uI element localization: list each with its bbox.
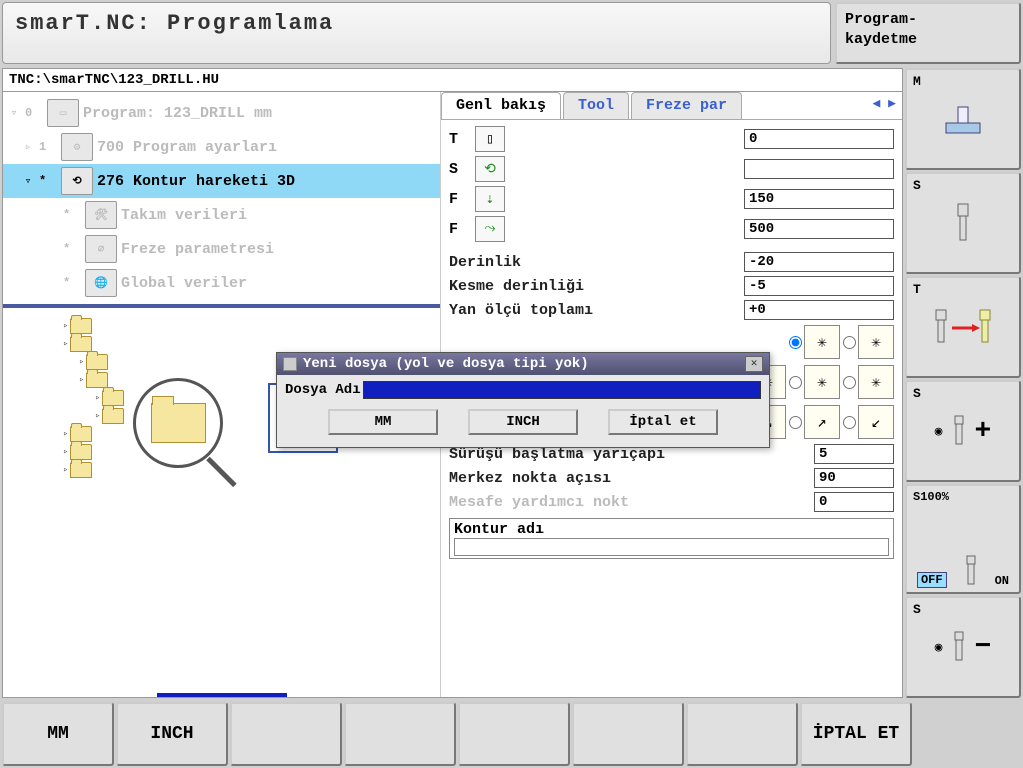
depth-label: Derinlik <box>449 254 744 271</box>
folder-icon <box>86 354 108 370</box>
settings-icon: ⚙ <box>61 133 93 161</box>
softkey-cancel[interactable]: İPTAL ET <box>800 702 912 766</box>
filename-label: Dosya Adı <box>285 382 361 398</box>
tool-icon: 🛠 <box>85 201 117 229</box>
softkey-empty[interactable] <box>344 702 456 766</box>
feed2-input[interactable] <box>744 219 894 239</box>
tabs-more-icon[interactable]: ◀ ▶ <box>867 92 902 119</box>
folder-icon <box>70 444 92 460</box>
tree-row[interactable]: * ⌀ Freze parametresi <box>3 232 440 266</box>
spindle-label: S <box>449 161 469 178</box>
tab-mill-param[interactable]: Freze par <box>631 92 742 119</box>
contour-icon: ⟲ <box>61 167 93 195</box>
mill-direction-radio[interactable]: ✳ ✳ <box>789 325 894 359</box>
folder-icon <box>70 462 92 478</box>
aux-distance-label: Mesafe yardımcı nokt <box>449 494 814 511</box>
start-radius-label: Sürüşü başlatma yarıçapı <box>449 446 814 463</box>
softkey-mm[interactable]: MM <box>2 702 114 766</box>
center-angle-input[interactable] <box>814 468 894 488</box>
dialog-title: Yeni dosya (yol ve dosya tipi yok) <box>303 356 589 372</box>
knob-icon: ◉ <box>935 424 943 439</box>
softkey-empty[interactable] <box>230 702 342 766</box>
s-override-button[interactable]: S100% OFF ON <box>905 484 1021 594</box>
tool-number-input[interactable] <box>744 129 894 149</box>
program-save-button[interactable]: Program- kaydetme <box>835 2 1021 64</box>
conventional-icon: ✳ <box>858 325 894 359</box>
m-function-button[interactable]: M <box>905 68 1021 170</box>
approach-b-icon: ✳ <box>804 365 840 399</box>
s-function-button[interactable]: S <box>905 172 1021 274</box>
feed2-label: F <box>449 221 469 238</box>
tool-icon[interactable]: ▯ <box>475 126 505 152</box>
divider <box>157 693 287 697</box>
folder-icon <box>70 318 92 334</box>
t-function-button[interactable]: T <box>905 276 1021 378</box>
program-icon: ▭ <box>47 99 79 127</box>
folder-icon <box>70 426 92 442</box>
folder-icon <box>102 390 124 406</box>
spindle-input[interactable] <box>744 159 894 179</box>
spindle-icon[interactable]: ⟲ <box>475 156 505 182</box>
knob-icon: ◉ <box>935 640 943 655</box>
climb-icon: ✳ <box>804 325 840 359</box>
magnifier-icon <box>133 378 243 488</box>
feed-label: F <box>449 191 469 208</box>
globe-icon: 🌐 <box>85 269 117 297</box>
contour-name-input[interactable] <box>454 538 889 556</box>
s-minus-button[interactable]: S◉− <box>905 596 1021 698</box>
dialog-mm-button[interactable]: MM <box>328 409 438 435</box>
tree-row[interactable]: ▿ 0 ▭ Program: 123_DRILL mm <box>3 96 440 130</box>
center-angle-label: Merkez nokta açısı <box>449 470 814 487</box>
dialog-close-button[interactable]: ✕ <box>745 356 763 372</box>
side-allowance-input[interactable] <box>744 300 894 320</box>
program-tree[interactable]: ▿ 0 ▭ Program: 123_DRILL mm ▹ 1 ⚙ 700 Pr… <box>3 92 440 304</box>
dialog-cancel-button[interactable]: İptal et <box>608 409 718 435</box>
softkey-inch[interactable]: INCH <box>116 702 228 766</box>
start-radius-input[interactable] <box>814 444 894 464</box>
s-plus-button[interactable]: S◉+ <box>905 380 1021 482</box>
approach-c-icon: ✳ <box>858 365 894 399</box>
softkey-empty[interactable] <box>572 702 684 766</box>
filename-input[interactable] <box>363 381 761 399</box>
feed-side-icon[interactable]: ⤳ <box>475 216 505 242</box>
on-label: ON <box>995 574 1009 588</box>
tab-tool[interactable]: Tool <box>563 92 629 119</box>
tree-row[interactable]: * 🌐 Global veriler <box>3 266 440 300</box>
tree-row[interactable]: * 🛠 Takım verileri <box>3 198 440 232</box>
folder-icon <box>86 372 108 388</box>
plus-icon: + <box>975 416 992 447</box>
contour-name-label: Kontur adı <box>454 521 889 538</box>
folder-icon <box>70 336 92 352</box>
start-c-icon: ↙ <box>858 405 894 439</box>
tool-number-label: T <box>449 131 469 148</box>
path-bar: TNC:\smarTNC\123_DRILL.HU <box>2 68 903 92</box>
softkey-empty[interactable] <box>686 702 798 766</box>
new-file-dialog: Yeni dosya (yol ve dosya tipi yok) ✕ Dos… <box>276 352 770 448</box>
dialog-icon <box>283 357 297 371</box>
mill-icon: ⌀ <box>85 235 117 263</box>
feed-down-icon[interactable]: ⇣ <box>475 186 505 212</box>
side-allowance-label: Yan ölçü toplamı <box>449 302 744 319</box>
feed-input[interactable] <box>744 189 894 209</box>
aux-distance-input[interactable] <box>814 492 894 512</box>
tab-overview[interactable]: Genl bakış <box>441 92 561 119</box>
minus-icon: − <box>975 632 992 663</box>
folder-icon <box>102 408 124 424</box>
dialog-inch-button[interactable]: INCH <box>468 409 578 435</box>
softkey-empty[interactable] <box>458 702 570 766</box>
depth-input[interactable] <box>744 252 894 272</box>
tree-row[interactable]: ▹ 1 ⚙ 700 Program ayarları <box>3 130 440 164</box>
start-b-icon: ↗ <box>804 405 840 439</box>
cut-depth-label: Kesme derinliği <box>449 278 744 295</box>
tree-row-selected[interactable]: ▿ * ⟲ 276 Kontur hareketi 3D <box>3 164 440 198</box>
off-badge: OFF <box>917 572 947 588</box>
cut-depth-input[interactable] <box>744 276 894 296</box>
app-title: smarT.NC: Programlama <box>2 2 831 64</box>
